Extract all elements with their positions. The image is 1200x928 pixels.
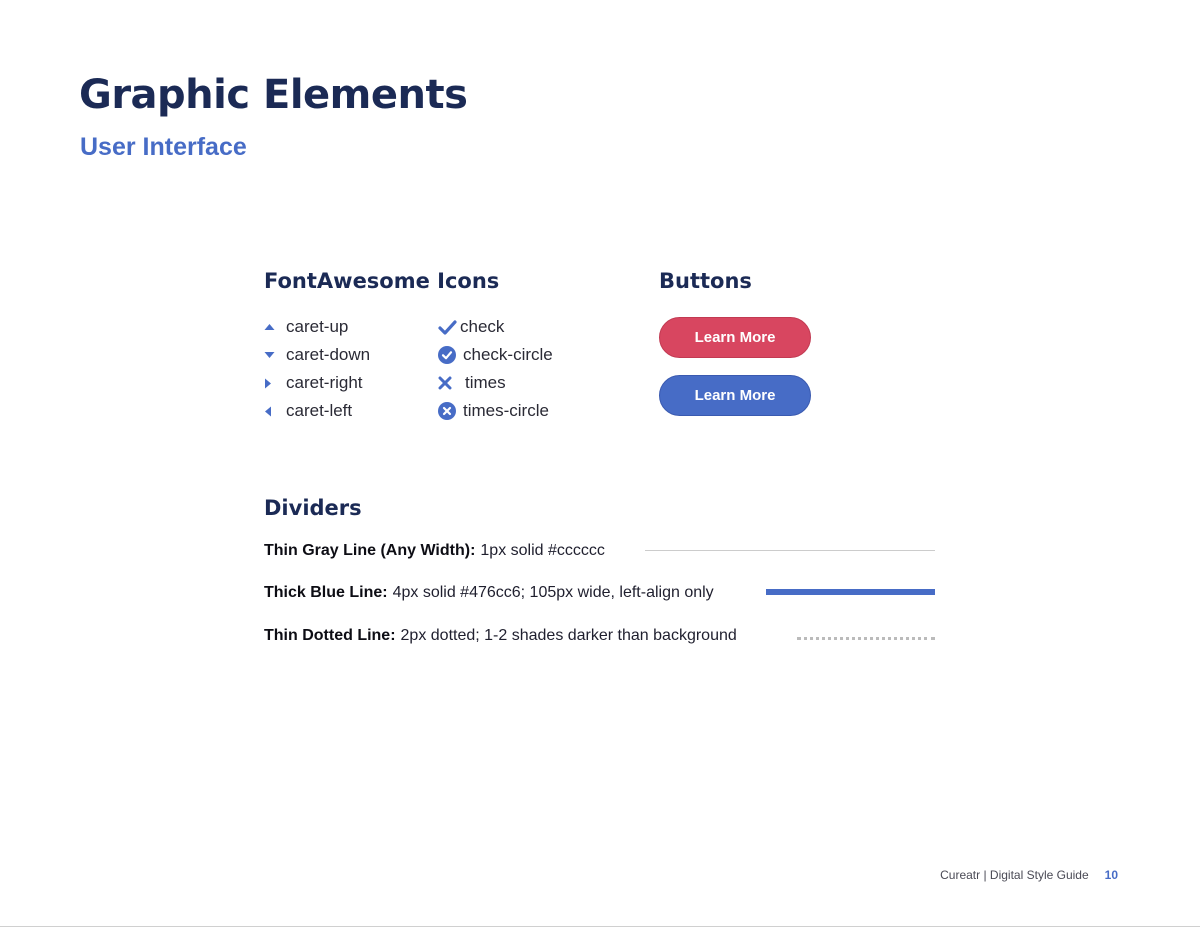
caret-left-icon [264, 406, 286, 417]
divider-spec-label: Thin Dotted Line: [264, 627, 396, 644]
page-footer: Cureatr | Digital Style Guide 10 [940, 868, 1118, 882]
times-circle-icon [438, 402, 463, 420]
icon-list-item: check [438, 316, 504, 338]
page-subtitle: User Interface [80, 133, 247, 161]
icon-list-item: caret-left [264, 400, 352, 422]
icon-label: caret-left [286, 401, 353, 420]
page-number: 10 [1104, 868, 1118, 882]
icon-label: caret-right [286, 373, 363, 392]
icon-label: caret-up [286, 317, 349, 336]
divider-spec-description: 4px solid #476cc6; 105px wide, left-alig… [392, 584, 714, 601]
icon-label: times-circle [463, 401, 549, 420]
icon-label: caret-down [286, 345, 371, 364]
check-circle-icon [438, 346, 463, 364]
divider-spec-row: Thick Blue Line: 4px solid #476cc6; 105p… [264, 582, 714, 604]
page-title: Graphic Elements [79, 72, 468, 118]
divider-spec-label: Thick Blue Line: [264, 584, 388, 601]
dividers-section-heading: Dividers [264, 496, 362, 520]
thin-dotted-divider [797, 637, 935, 640]
divider-spec-label: Thin Gray Line (Any Width): [264, 542, 476, 559]
icon-list-item: caret-down [264, 344, 370, 366]
learn-more-button-blue[interactable]: Learn More [659, 375, 811, 416]
divider-spec-row: Thin Dotted Line: 2px dotted; 1-2 shades… [264, 625, 737, 647]
icon-list-item: caret-right [264, 372, 363, 394]
divider-spec-description: 2px dotted; 1-2 shades darker than backg… [400, 627, 737, 644]
footer-text: Cureatr | Digital Style Guide [940, 868, 1089, 882]
thin-gray-divider [645, 550, 935, 551]
icon-label: check-circle [463, 345, 553, 364]
learn-more-button-red[interactable]: Learn More [659, 317, 811, 358]
caret-right-icon [264, 378, 286, 389]
thick-blue-divider [766, 589, 935, 595]
divider-spec-description: 1px solid #cccccc [480, 542, 605, 559]
icon-list-item: times-circle [438, 400, 549, 422]
caret-up-icon [264, 323, 286, 331]
check-icon [438, 319, 460, 335]
caret-down-icon [264, 351, 286, 359]
icon-list-item: check-circle [438, 344, 553, 366]
page-bottom-rule [0, 926, 1200, 927]
buttons-section-heading: Buttons [659, 269, 752, 293]
icon-list-item: times [438, 372, 506, 394]
icon-label: check [460, 317, 505, 336]
times-icon [438, 376, 465, 390]
icon-label: times [465, 373, 506, 392]
divider-spec-row: Thin Gray Line (Any Width): 1px solid #c… [264, 540, 605, 562]
icon-list-item: caret-up [264, 316, 348, 338]
icons-section-heading: FontAwesome Icons [264, 269, 500, 293]
